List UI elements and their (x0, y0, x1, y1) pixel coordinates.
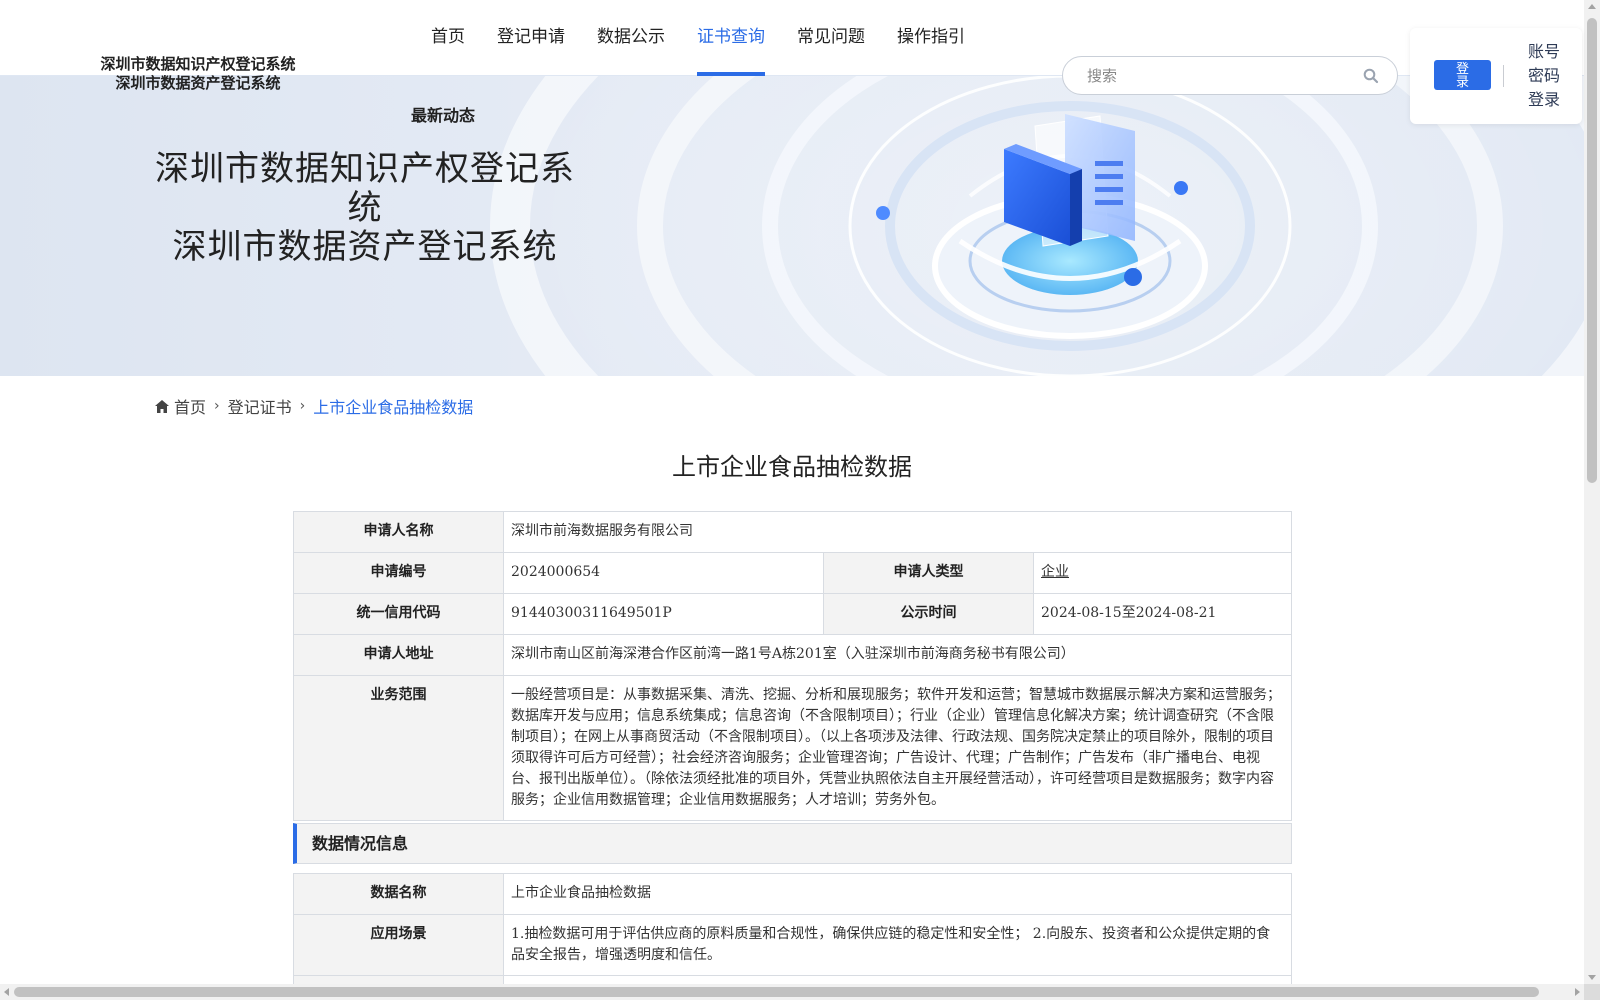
applicant-type-value[interactable]: 企业 (1033, 552, 1292, 594)
banner-title-line2: 深圳市数据资产登记系统 (172, 227, 558, 267)
breadcrumb-current: 上市企业食品抽检数据 (313, 398, 474, 417)
site-logo[interactable]: 深圳市数据知识产权登记系统 深圳市数据资产登记系统 (88, 55, 308, 93)
breadcrumb-home[interactable]: 首页 (174, 394, 206, 418)
application-number-label: 申请编号 (293, 552, 504, 594)
table-row: 申请人名称 深圳市前海数据服务有限公司 (293, 511, 1292, 553)
data-name-label: 数据名称 (293, 873, 504, 915)
home-icon (155, 399, 169, 413)
application-scenario-label: 应用场景 (293, 914, 504, 976)
subnav-latest-news[interactable]: 最新动态 (411, 102, 475, 126)
credit-code-label: 统一信用代码 (293, 593, 504, 635)
applicant-name-label: 申请人名称 (293, 511, 504, 553)
breadcrumb: 首页 › 登记证书 › 上市企业食品抽检数据 (155, 394, 473, 418)
application-scenario-value: 1.抽检数据可用于评估供应商的原料质量和合规性，确保供应链的稳定性和安全性； 2… (503, 914, 1292, 976)
login-panel: 登录 账号密码登录 (1410, 28, 1582, 124)
publicity-period-value: 2024-08-15至2024-08-21 (1033, 593, 1292, 635)
logo-line1: 深圳市数据知识产权登记系统 (100, 55, 296, 73)
table-row: 统一信用代码 91440300311649501P 公示时间 2024-08-1… (293, 593, 1292, 635)
nav-certificate-query[interactable]: 证书查询 (681, 0, 781, 76)
nav-operation-guide[interactable]: 操作指引 (881, 0, 981, 76)
hero-banner: 深圳市数据知识产权登记系统 深圳市数据资产登记系统 (0, 76, 1584, 376)
scrollbar-corner (1584, 984, 1600, 1000)
logo-line2: 深圳市数据资产登记系统 (115, 74, 281, 92)
horizontal-scrollbar[interactable] (0, 984, 1584, 1000)
login-divider (1503, 65, 1504, 87)
table-row: 业务范围 一般经营项目是：从事数据采集、清洗、挖掘、分析和展现服务；软件开发和运… (293, 675, 1292, 821)
applicant-address-label: 申请人地址 (293, 634, 504, 676)
nav-data-publicity[interactable]: 数据公示 (581, 0, 681, 76)
chevron-right-icon: › (299, 398, 306, 414)
breadcrumb-certificates[interactable]: 登记证书 (228, 394, 292, 418)
table-row: 数据名称 上市企业食品抽检数据 (293, 873, 1292, 915)
applicant-address-value: 深圳市南山区前海深港合作区前湾一路1号A栋201室（入驻深圳市前海商务秘书有限公… (503, 634, 1292, 676)
scroll-up-icon[interactable] (1588, 4, 1596, 9)
scroll-down-icon[interactable] (1588, 975, 1596, 980)
data-name-value: 上市企业食品抽检数据 (503, 873, 1292, 915)
table-row: 申请编号 2024000654 申请人类型 企业 (293, 552, 1292, 594)
nav-home[interactable]: 首页 (415, 0, 481, 76)
password-login-link[interactable]: 账号密码登录 (1528, 40, 1564, 112)
applicant-name-value: 深圳市前海数据服务有限公司 (503, 511, 1292, 553)
nav-register-apply[interactable]: 登记申请 (481, 0, 581, 76)
scroll-left-icon[interactable] (4, 988, 9, 996)
vertical-scroll-thumb[interactable] (1587, 18, 1597, 483)
data-section-heading: 数据情况信息 (293, 823, 1292, 864)
business-scope-label: 业务范围 (293, 675, 504, 821)
credit-code-value: 91440300311649501P (503, 593, 824, 635)
application-number-value: 2024000654 (503, 552, 824, 594)
chevron-right-icon: › (214, 398, 220, 414)
horizontal-scroll-thumb[interactable] (14, 987, 1539, 997)
data-info-table: 数据名称 上市企业食品抽检数据 应用场景 1.抽检数据可用于评估供应商的原料质量… (293, 873, 1292, 1000)
business-scope-value: 一般经营项目是：从事数据采集、清洗、挖掘、分析和展现服务；软件开发和运营；智慧城… (503, 675, 1292, 821)
banner-title-line1: 深圳市数据知识产权登记系统 (155, 149, 575, 228)
login-button[interactable]: 登录 (1434, 60, 1491, 90)
table-row: 申请人地址 深圳市南山区前海深港合作区前湾一路1号A栋201室（入驻深圳市前海商… (293, 634, 1292, 676)
applicant-type-label: 申请人类型 (823, 552, 1034, 594)
search-box (1062, 56, 1398, 95)
table-row: 应用场景 1.抽检数据可用于评估供应商的原料质量和合规性，确保供应链的稳定性和安… (293, 914, 1292, 976)
search-icon[interactable] (1363, 68, 1379, 84)
nav-faq[interactable]: 常见问题 (781, 0, 881, 76)
vertical-scrollbar[interactable] (1584, 0, 1600, 984)
scroll-right-icon[interactable] (1575, 988, 1580, 996)
main-nav: 首页 登记申请 数据公示 证书查询 常见问题 操作指引 (415, 0, 981, 76)
banner-title: 深圳市数据知识产权登记系统 深圳市数据资产登记系统 (140, 150, 590, 267)
page-title: 上市企业食品抽检数据 (672, 453, 912, 481)
applicant-info-table: 申请人名称 深圳市前海数据服务有限公司 申请编号 2024000654 申请人类… (293, 511, 1292, 821)
publicity-period-label: 公示时间 (823, 593, 1034, 635)
search-input[interactable] (1087, 65, 1347, 87)
